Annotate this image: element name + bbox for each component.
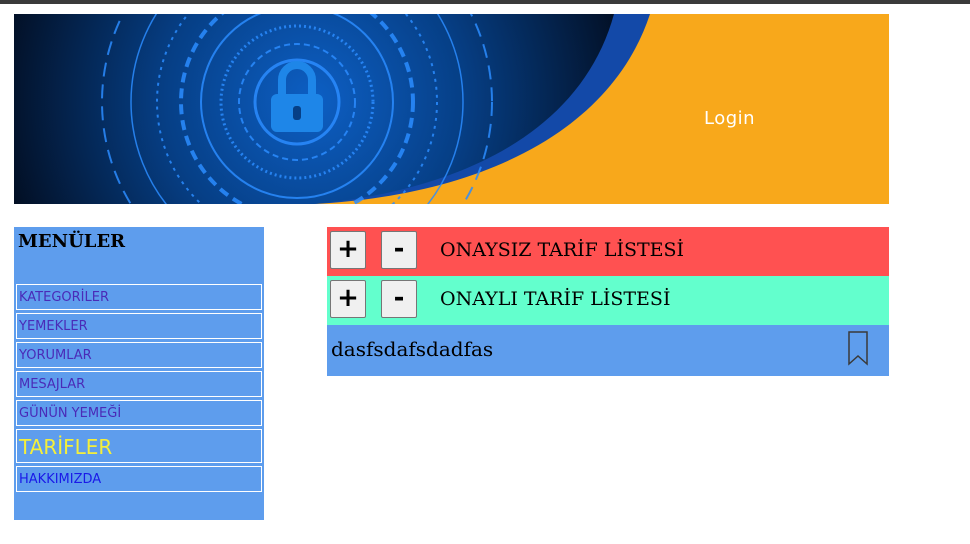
- login-link[interactable]: Login: [704, 108, 755, 129]
- menu-title: MENÜLER: [18, 231, 126, 252]
- approved-recipe-list-header: + - ONAYLI TARİF LİSTESİ: [327, 276, 889, 325]
- menu-list: KATEGORİLER YEMEKLER YORUMLAR MESAJLAR G…: [16, 284, 262, 495]
- recipe-title[interactable]: dasfsdafsdadfas: [331, 337, 493, 361]
- menu-item-yorumlar[interactable]: YORUMLAR: [16, 342, 262, 368]
- menu-item-mesajlar[interactable]: MESAJLAR: [16, 371, 262, 397]
- collapse-approved-button[interactable]: -: [381, 280, 417, 318]
- menu-item-yemekler[interactable]: YEMEKLER: [16, 313, 262, 339]
- sidebar-menu: MENÜLER KATEGORİLER YEMEKLER YORUMLAR ME…: [14, 227, 264, 520]
- menu-item-kategoriler[interactable]: KATEGORİLER: [16, 284, 262, 310]
- expand-approved-button[interactable]: +: [330, 280, 366, 318]
- unapproved-list-title: ONAYSIZ TARİF LİSTESİ: [440, 239, 685, 261]
- header-banner: Login: [14, 14, 889, 204]
- collapse-unapproved-button[interactable]: -: [381, 231, 417, 269]
- expand-unapproved-button[interactable]: +: [330, 231, 366, 269]
- bookmark-icon[interactable]: [847, 330, 869, 366]
- security-lock-banner-image: [14, 14, 650, 204]
- menu-item-tarifler[interactable]: TARİFLER: [16, 429, 262, 463]
- recipe-list-item: dasfsdafsdadfas: [327, 325, 889, 376]
- top-bar: [0, 0, 970, 4]
- menu-item-gunun-yemegi[interactable]: GÜNÜN YEMEĞİ: [16, 400, 262, 426]
- approved-list-title: ONAYLI TARİF LİSTESİ: [440, 288, 671, 310]
- menu-item-hakkimizda[interactable]: HAKKIMIZDA: [16, 466, 262, 492]
- unapproved-recipe-list-header: + - ONAYSIZ TARİF LİSTESİ: [327, 227, 889, 276]
